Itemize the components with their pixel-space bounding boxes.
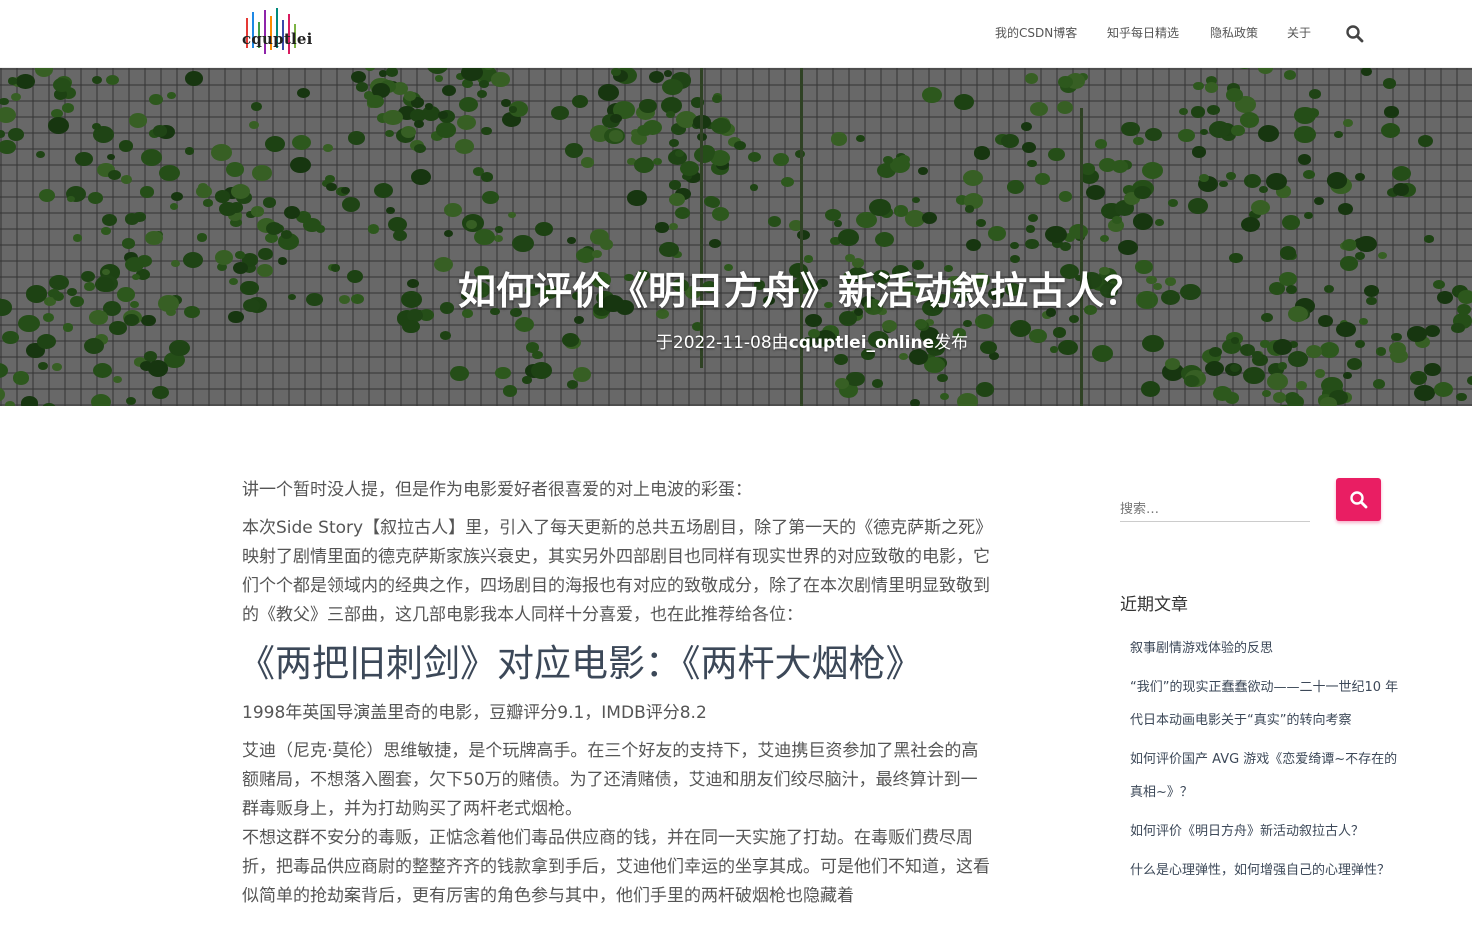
article-body: 讲一个暂时没人提，但是作为电影爱好者很喜爱的对上电波的彩蛋： 本次Side St… [238,476,992,920]
recent-posts-list: 叙事剧情游戏体验的反思 “我们”的现实正蠢蠢欲动——二十一世纪10 年代日本动画… [1130,632,1400,893]
search-icon [1346,25,1364,43]
hero-overlay [0,68,1472,406]
article-paragraph: 本次Side Story【叙拉古人】里，引入了每天更新的总共五场剧目，除了第一天… [242,518,990,625]
nav-item-privacy[interactable]: 隐私政策 [1210,24,1258,41]
search-icon [1350,491,1368,509]
recent-post-link[interactable]: 如何评价国产 AVG 游戏《恋爱绮谭~不存在的真相~》？ [1130,743,1400,809]
post-meta: 于2022-11-08由cquptlei_online发布 [0,328,1472,353]
post-author[interactable]: cquptlei_online [789,333,934,353]
article-intro: 讲一个暂时没人提，但是作为电影爱好者很喜爱的对上电波的彩蛋： [242,480,752,500]
recent-post-link[interactable]: 叙事剧情游戏体验的反思 [1130,632,1400,665]
post-title: 如何评价《明日方舟》新活动叙拉古人？ [457,269,1142,313]
sidebar-search-input[interactable] [1120,490,1310,522]
movie-synopsis-1: 艾迪（尼克·莫伦）思维敏捷，是个玩牌高手。在三个好友的支持下，艾迪携巨资参加了黑… [242,741,979,819]
post-date-prefix: 于2022-11-08由 [655,333,789,353]
sidebar-search-button[interactable] [1336,478,1381,521]
nav-item-csdn-blog[interactable]: 我的CSDN博客 [995,24,1077,41]
nav-item-about[interactable]: 关于 [1287,24,1311,41]
movie-synopsis-2: 不想这群不安分的毒贩，正惦念着他们毒品供应商的钱，并在同一天实施了打劫。在毒贩们… [242,828,990,906]
recent-post-link[interactable]: “我们”的现实正蠢蠢欲动——二十一世纪10 年代日本动画电影关于“真实”的转向考… [1130,671,1400,737]
recent-post-link[interactable]: 如何评价《明日方舟》新活动叙拉古人？ [1130,815,1400,848]
hero-banner: 如何评价《明日方舟》新活动叙拉古人？ 于2022-11-08由cquptlei_… [0,68,1472,406]
recent-posts-title: 近期文章 [1120,595,1188,615]
post-meta-suffix: 发布 [934,333,969,353]
nav-menu: 我的CSDN博客 知乎每日精选 隐私政策 关于 [0,24,1472,44]
nav-search-button[interactable] [1345,24,1365,44]
article-heading: 《两把旧刺剑》对应电影：《两杆大烟枪》 [238,643,923,684]
top-navbar: cquptlei 我的CSDN博客 知乎每日精选 隐私政策 关于 [0,0,1472,68]
nav-item-zhihu-daily[interactable]: 知乎每日精选 [1107,24,1179,41]
movie-info: 1998年英国导演盖里奇的电影，豆瓣评分9.1，IMDB评分8.2 [242,703,707,723]
recent-post-link[interactable]: 什么是心理弹性，如何增强自己的心理弹性？ [1130,854,1400,887]
